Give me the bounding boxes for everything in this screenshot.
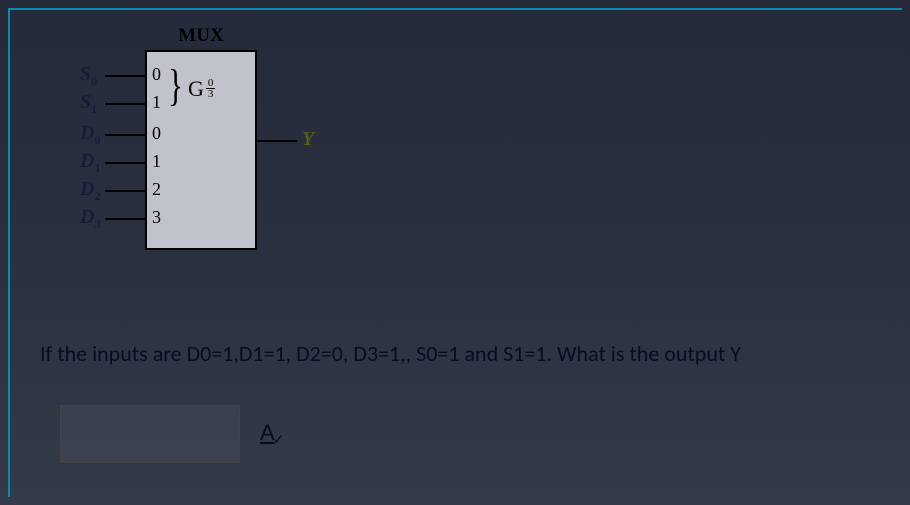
output-label-y: Y bbox=[302, 128, 314, 151]
pin-d3: 3 bbox=[152, 207, 161, 228]
input-label-s1: S1 bbox=[80, 91, 97, 117]
mux-diagram: MUX S0 0 S1 1 } G03 D0 0 D1 1 D2 2 D3 3 … bbox=[40, 20, 440, 260]
pin-s0: 0 bbox=[152, 64, 161, 85]
wire-d1 bbox=[105, 162, 145, 164]
question-text: If the inputs are D0=1,D1=1, D2=0, D3=1,… bbox=[40, 340, 880, 367]
spellcheck-icon[interactable]: A✓ bbox=[260, 420, 286, 446]
pin-d2: 2 bbox=[152, 179, 161, 200]
wire-d2 bbox=[105, 190, 145, 192]
answer-input[interactable] bbox=[60, 405, 240, 463]
select-brace: } bbox=[168, 60, 183, 111]
pin-s1: 1 bbox=[152, 92, 161, 113]
wire-y bbox=[257, 140, 297, 142]
mux-title: MUX bbox=[145, 25, 257, 47]
input-label-d0: D0 bbox=[80, 122, 100, 148]
input-label-d2: D2 bbox=[80, 178, 100, 204]
gate-label: G03 bbox=[188, 76, 215, 102]
pin-d0: 0 bbox=[152, 123, 161, 144]
wire-d0 bbox=[105, 134, 145, 136]
wire-s1 bbox=[105, 103, 145, 105]
wire-s0 bbox=[105, 75, 145, 77]
pin-d1: 1 bbox=[152, 151, 161, 172]
input-label-d1: D1 bbox=[80, 150, 100, 176]
input-label-d3: D3 bbox=[80, 206, 100, 232]
input-label-s0: S0 bbox=[80, 63, 97, 89]
wire-d3 bbox=[105, 218, 145, 220]
